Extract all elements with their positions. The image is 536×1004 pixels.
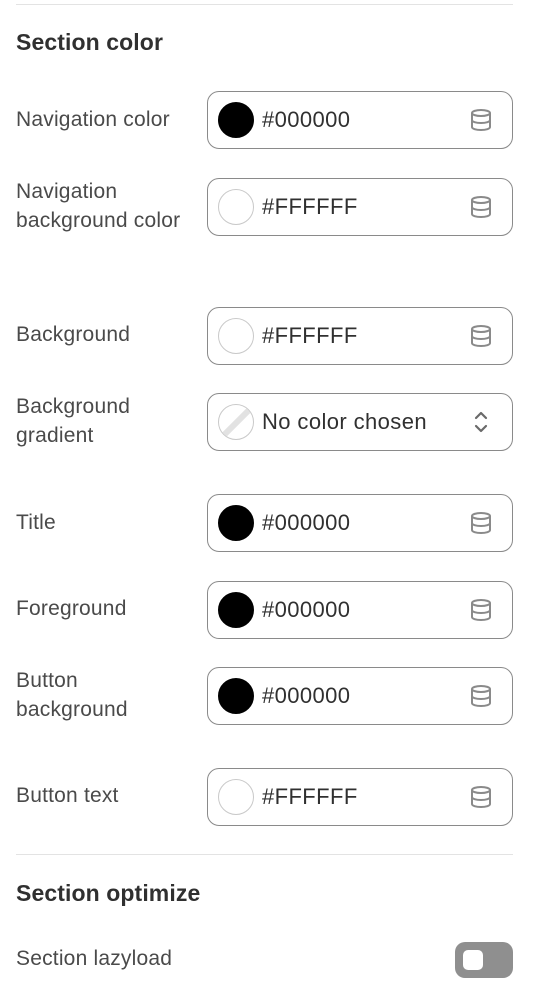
background-gradient-select[interactable]: No color chosen bbox=[207, 393, 513, 451]
database-icon[interactable] bbox=[468, 510, 494, 536]
background-gradient-label: Background gradient bbox=[16, 395, 131, 447]
database-icon[interactable] bbox=[468, 323, 494, 349]
button-text-value: #FFFFFF bbox=[262, 784, 358, 809]
title-value: #000000 bbox=[262, 510, 351, 535]
database-icon[interactable] bbox=[468, 597, 494, 623]
section-color-title: Section color bbox=[16, 29, 163, 55]
background-value: #FFFFFF bbox=[262, 323, 358, 348]
navigation-background-color-value: #FFFFFF bbox=[262, 194, 358, 219]
no-color-swatch[interactable] bbox=[218, 404, 254, 440]
navigation-color-value: #000000 bbox=[262, 107, 351, 132]
navigation-color-label: Navigation color bbox=[16, 108, 170, 131]
toggle-knob bbox=[463, 950, 483, 970]
database-icon[interactable] bbox=[468, 107, 494, 133]
background-gradient-value: No color chosen bbox=[262, 409, 427, 434]
database-icon[interactable] bbox=[468, 194, 494, 220]
button-text-swatch[interactable] bbox=[218, 779, 254, 815]
background-swatch[interactable] bbox=[218, 318, 254, 354]
title-label: Title bbox=[16, 511, 56, 534]
background-field[interactable]: #FFFFFF bbox=[207, 307, 513, 365]
top-divider bbox=[16, 4, 513, 5]
section-lazyload-label: Section lazyload bbox=[16, 947, 173, 970]
title-color-field[interactable]: #000000 bbox=[207, 494, 513, 552]
navigation-color-swatch[interactable] bbox=[218, 102, 254, 138]
button-text-label: Button text bbox=[16, 784, 119, 807]
database-icon[interactable] bbox=[468, 784, 494, 810]
section-lazyload-toggle[interactable] bbox=[455, 942, 513, 978]
foreground-label: Foreground bbox=[16, 597, 127, 620]
button-background-color-field[interactable]: #000000 bbox=[207, 667, 513, 725]
section-divider bbox=[16, 854, 513, 855]
navigation-background-color-field[interactable]: #FFFFFF bbox=[207, 178, 513, 236]
foreground-swatch[interactable] bbox=[218, 592, 254, 628]
foreground-value: #000000 bbox=[262, 597, 351, 622]
section-optimize-title: Section optimize bbox=[16, 880, 201, 906]
chevron-up-down-icon[interactable] bbox=[468, 409, 494, 435]
button-background-label: Button background bbox=[16, 669, 128, 721]
navigation-color-field[interactable]: #000000 bbox=[207, 91, 513, 149]
title-swatch[interactable] bbox=[218, 505, 254, 541]
foreground-color-field[interactable]: #000000 bbox=[207, 581, 513, 639]
background-label: Background bbox=[16, 323, 131, 346]
navigation-background-color-swatch[interactable] bbox=[218, 189, 254, 225]
navigation-background-color-label: Navigation background color bbox=[16, 180, 181, 232]
button-background-value: #000000 bbox=[262, 683, 351, 708]
button-text-color-field[interactable]: #FFFFFF bbox=[207, 768, 513, 826]
button-background-swatch[interactable] bbox=[218, 678, 254, 714]
database-icon[interactable] bbox=[468, 683, 494, 709]
